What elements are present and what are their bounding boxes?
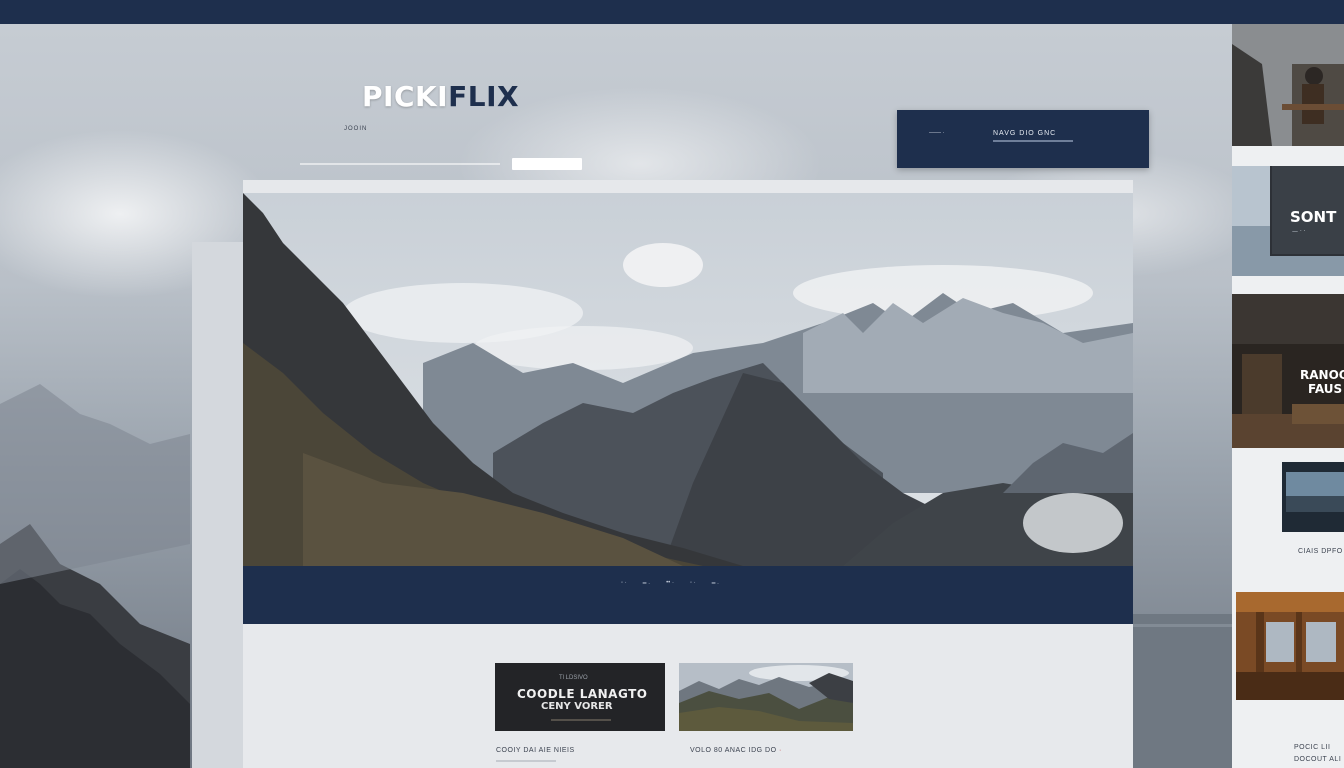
cta-divider [993, 140, 1073, 142]
card-caption-suffix: DO [765, 747, 777, 754]
card-caption-rule [496, 760, 556, 762]
card-caption[interactable]: VOLO 80 ANAC IDG DO · [690, 747, 782, 754]
cta-left-text: —— · [929, 130, 945, 136]
sidebar-thumb-cabin[interactable] [1232, 24, 1344, 146]
card-caption-mark: · [779, 747, 782, 754]
top-strip [0, 0, 1344, 24]
sidebar-thumb-sub: — · · [1292, 228, 1306, 235]
logo-tagline: JOOIN [344, 126, 368, 132]
sidebar-thumb-title-line1: RANOO [1300, 368, 1344, 382]
feature-card-dark[interactable]: Tl LDSIVO COODLE LANAGTO CENY VORER [495, 663, 665, 731]
hero-nav-item[interactable]: ◦ · [621, 580, 627, 587]
sidebar-caption-line2[interactable]: DOCOUT ALI [1294, 756, 1341, 763]
sidebar-thumb-sont[interactable]: SONT — · · [1232, 166, 1344, 276]
cta-panel[interactable]: —— · NAVG DIO GNC [897, 110, 1149, 168]
card-subtitle: CENY VORER [541, 701, 613, 712]
hero-nav-dots: ◦ · ━ · •• · ◦ · ━ · [621, 580, 719, 587]
sidebar-caption-line1[interactable]: POCIC LII [1294, 744, 1330, 751]
brand-logo[interactable]: PICKIFLIX [362, 80, 519, 113]
feature-card-mountain[interactable] [679, 663, 853, 731]
card-caption[interactable]: COOIY DAI AIE NIEIS [496, 747, 575, 754]
sidebar-thumb-timber[interactable] [1236, 592, 1344, 700]
hero-nav-item[interactable]: ━ · [643, 580, 650, 587]
sidebar-thumb-title: SONT [1290, 208, 1337, 226]
main-panel-shadow [192, 242, 244, 768]
nav-underline [300, 163, 500, 165]
nav-search-bar[interactable] [512, 158, 582, 170]
sidebar-thumb-window[interactable] [1282, 462, 1344, 532]
hero-nav-item[interactable]: ◦ · [690, 580, 696, 587]
hero-caption-bar: ◦ · ━ · •• · ◦ · ━ · [243, 566, 1133, 624]
logo-accent: FLIX [448, 80, 520, 113]
hero-nav-item[interactable]: ━ · [712, 580, 719, 587]
hero-nav-item[interactable]: •• · [666, 580, 674, 587]
card-rule [551, 719, 611, 721]
card-caption-text: VOLO 80 ANAC IDG [690, 747, 763, 754]
hero-image [243, 193, 1133, 566]
logo-main: PICKI [362, 80, 449, 113]
card-kicker: Tl LDSIVO [559, 675, 588, 681]
sidebar-thumb-caption[interactable]: CIAIS DPFO [1298, 548, 1343, 555]
sidebar-thumb-title-line2: FAUS [1308, 382, 1343, 396]
sidebar-thumb-interior[interactable]: RANOO FAUS [1232, 294, 1344, 448]
card-title: COODLE LANAGTO [517, 687, 648, 701]
cta-right-text: NAVG DIO GNC [993, 130, 1057, 137]
